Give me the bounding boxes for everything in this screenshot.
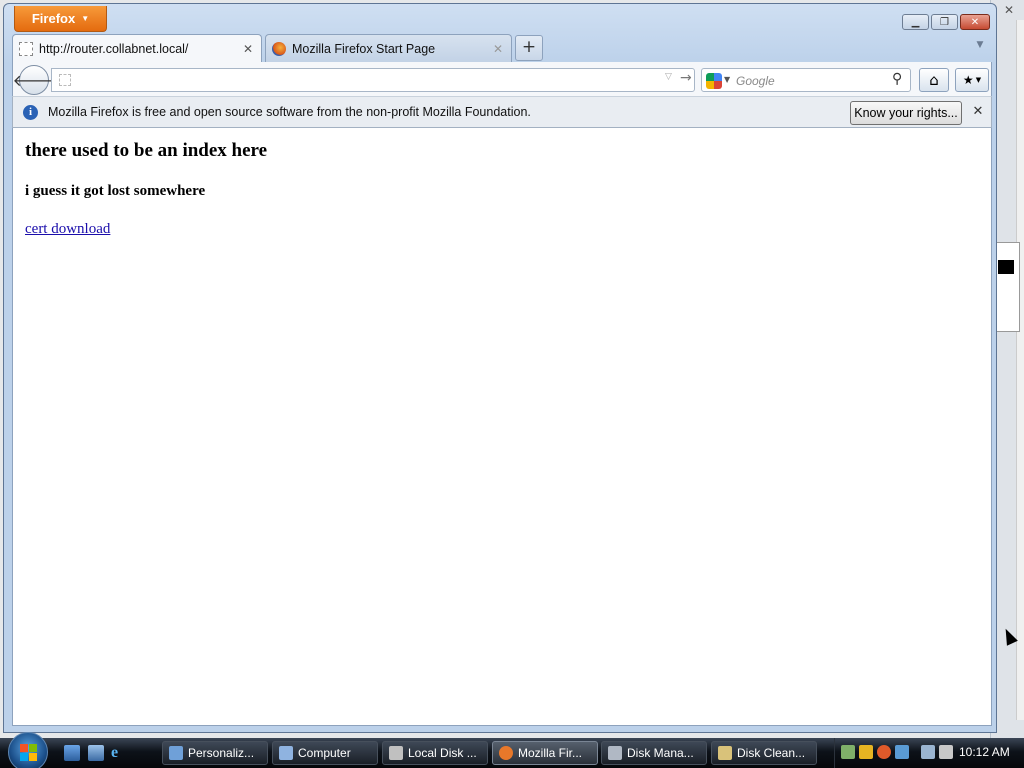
- system-tray: 10:12 AM: [834, 738, 1024, 768]
- back-button[interactable]: 🡐: [13, 65, 55, 95]
- background-window-bar: [998, 260, 1014, 274]
- switch-windows-icon[interactable]: [88, 745, 104, 761]
- bookmarks-button[interactable]: ★ ▼: [955, 68, 989, 92]
- firefox-icon: [499, 746, 513, 760]
- internet-explorer-icon[interactable]: e: [111, 745, 127, 761]
- home-button[interactable]: ⌂: [919, 68, 949, 92]
- security-shield-icon[interactable]: [859, 745, 873, 759]
- chevron-down-icon: ▼: [975, 76, 982, 84]
- display-icon[interactable]: [921, 745, 935, 759]
- site-identity-icon[interactable]: [59, 74, 71, 86]
- chevron-down-icon: ▼: [81, 14, 90, 23]
- taskbar-item-computer[interactable]: Computer: [272, 741, 378, 765]
- plus-icon: +: [521, 37, 537, 57]
- page-content: there used to be an index here i guess i…: [12, 128, 992, 726]
- cert-download-link[interactable]: cert download: [25, 221, 110, 238]
- taskbar-item-label: Mozilla Fir...: [518, 746, 583, 760]
- search-bar[interactable]: ▼ ⚲: [701, 68, 911, 92]
- tab-label: http://router.collabnet.local/: [39, 41, 189, 56]
- firefox-icon: [272, 41, 286, 56]
- search-icon[interactable]: ⚲: [892, 71, 902, 87]
- background-window-panel: [996, 242, 1020, 332]
- taskbar-item-local-disk[interactable]: Local Disk ...: [382, 741, 488, 765]
- start-button[interactable]: [8, 732, 48, 768]
- network-icon[interactable]: [841, 745, 855, 759]
- search-input[interactable]: [736, 72, 886, 90]
- page-subheading: i guess it got lost somewhere: [25, 183, 206, 199]
- know-your-rights-button[interactable]: Know your rights...: [850, 101, 962, 125]
- connection-icon[interactable]: [895, 745, 909, 759]
- taskbar-item-label: Computer: [298, 746, 351, 760]
- url-bar[interactable]: ▽ →: [51, 68, 695, 92]
- volume-muted-icon[interactable]: [939, 745, 953, 759]
- chevron-down-icon: ▼: [976, 40, 984, 50]
- disk-management-icon: [608, 746, 622, 760]
- taskbar-item-disk-management[interactable]: Disk Mana...: [601, 741, 707, 765]
- chevron-down-icon[interactable]: ▼: [724, 75, 730, 84]
- taskbar: e Personaliz... Computer Local Disk ... …: [0, 732, 1024, 768]
- notification-message: Mozilla Firefox is free and open source …: [48, 105, 531, 119]
- computer-icon: [279, 746, 293, 760]
- info-icon: i: [23, 104, 38, 120]
- close-icon[interactable]: ✕: [971, 104, 985, 118]
- blank-page-icon: [19, 41, 33, 56]
- taskbar-item-label: Local Disk ...: [408, 746, 477, 760]
- firefox-window: Firefox ▼ ▁ ❐ ✕ http://router.collabnet.…: [3, 3, 997, 733]
- clock[interactable]: 10:12 AM: [959, 745, 1010, 759]
- taskbar-item-label: Personaliz...: [188, 746, 255, 760]
- tab-close-icon[interactable]: ✕: [491, 42, 505, 56]
- disk-icon: [389, 746, 403, 760]
- new-tab-button[interactable]: +: [515, 35, 543, 61]
- personalize-icon: [169, 746, 183, 760]
- maximize-button[interactable]: ❐: [931, 14, 958, 30]
- disk-cleanup-icon: [718, 746, 732, 760]
- navigation-toolbar: 🡐 ▽ → ▼ ⚲ ⌂ ★▼: [12, 62, 992, 96]
- background-window-close-icon[interactable]: ✕: [998, 3, 1020, 17]
- page-heading: there used to be an index here: [25, 140, 268, 161]
- home-icon: ⌂: [929, 71, 939, 89]
- minimize-icon: ▁: [911, 16, 920, 28]
- tab-label: Mozilla Firefox Start Page: [292, 41, 436, 56]
- background-window-scrollbar[interactable]: [1016, 20, 1024, 720]
- list-all-tabs-button[interactable]: ▼: [972, 40, 988, 56]
- taskbar-item-personalize[interactable]: Personaliz...: [162, 741, 268, 765]
- taskbar-item-label: Disk Clean...: [737, 746, 806, 760]
- firefox-menu-button[interactable]: Firefox ▼: [14, 6, 107, 32]
- back-arrow-icon: 🡐: [12, 71, 56, 90]
- tab-close-icon[interactable]: ✕: [241, 42, 255, 56]
- taskbar-item-disk-cleanup[interactable]: Disk Clean...: [711, 741, 817, 765]
- close-window-button[interactable]: ✕: [960, 14, 990, 30]
- minimize-button[interactable]: ▁: [902, 14, 929, 30]
- tab-router[interactable]: http://router.collabnet.local/ ✕: [12, 34, 262, 62]
- bookmark-star-icon: ★: [962, 73, 974, 87]
- update-icon[interactable]: [877, 745, 891, 759]
- google-icon[interactable]: [706, 73, 722, 89]
- windows-logo-icon: [19, 743, 37, 761]
- go-arrow-icon[interactable]: →: [680, 70, 694, 86]
- taskbar-item-firefox[interactable]: Mozilla Fir...: [492, 741, 598, 765]
- taskbar-item-label: Disk Mana...: [627, 746, 694, 760]
- url-input[interactable]: [80, 71, 620, 89]
- close-icon: ✕: [970, 16, 980, 28]
- firefox-menu-label: Firefox: [31, 11, 76, 26]
- tab-start-page[interactable]: Mozilla Firefox Start Page ✕: [265, 34, 512, 62]
- show-desktop-icon[interactable]: [64, 745, 80, 761]
- notification-bar: i Mozilla Firefox is free and open sourc…: [12, 96, 992, 128]
- restore-icon: ❐: [940, 16, 949, 28]
- history-dropdown-icon[interactable]: ▽: [665, 72, 677, 82]
